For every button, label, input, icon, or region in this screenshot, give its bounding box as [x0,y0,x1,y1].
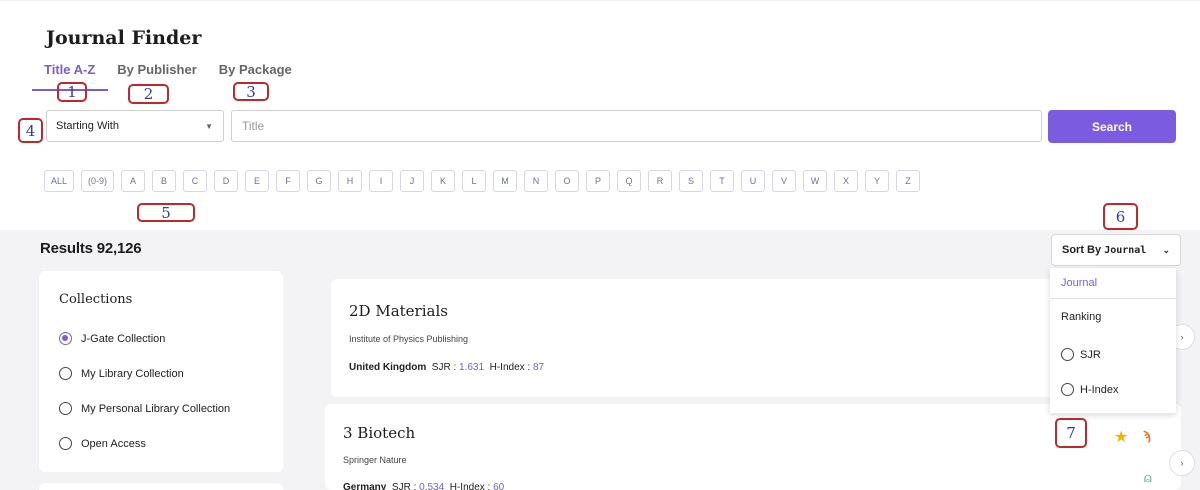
hindex-value: 60 [493,482,505,490]
letter-filter-v[interactable]: V [772,170,797,192]
sjr-value: 1.631 [459,362,485,373]
sort-option-journal[interactable]: Journal [1061,277,1097,289]
letter-filter-t[interactable]: T [710,170,735,192]
search-panel: Journal Finder Title A-Z By Publisher By… [0,0,1200,230]
journal-card[interactable]: 3 Biotech Springer Nature Germany SJR : … [325,404,1181,490]
letter-filter-y[interactable]: Y [865,170,890,192]
results-count: Results 92,126 [40,240,142,257]
letter-filter-i[interactable]: I [369,170,394,192]
callout-2: 2 [128,84,169,104]
collection-label: My Library Collection [81,367,184,380]
tab-title-a-z[interactable]: Title A-Z [44,62,95,77]
open-access-lock-icon: ⍝ [1144,470,1152,485]
sjr-label: SJR : [391,482,417,490]
letter-filter-g[interactable]: G [307,170,332,192]
radio-icon [1061,348,1074,361]
letter-filter-b[interactable]: B [152,170,177,192]
journal-publisher: Institute of Physics Publishing [349,334,469,344]
collection-option-my-library[interactable]: My Library Collection [59,367,184,380]
callout-3: 3 [233,82,269,101]
callout-7: 7 [1055,418,1087,448]
title-search-input[interactable] [231,110,1042,142]
journal-meta: Germany SJR : 0.534 H-Index : 60 [343,482,504,490]
hindex-value: 87 [532,362,545,373]
journal-country: United Kingdom [349,362,427,373]
letter-filter-d[interactable]: D [214,170,239,192]
collections-heading: Collections [59,292,133,307]
letter-filter-l[interactable]: L [462,170,487,192]
sjr-value: 0.534 [419,482,445,490]
letter-filter-x[interactable]: X [834,170,859,192]
radio-icon [1061,383,1074,396]
callout-6: 6 [1103,203,1138,230]
letter-filter-n[interactable]: N [524,170,549,192]
collection-option-open-access[interactable]: Open Access [59,437,146,450]
collection-option-my-personal-library[interactable]: My Personal Library Collection [59,402,230,415]
sort-label: Sort By Journal [1062,244,1147,256]
radio-selected-icon [59,332,72,345]
letter-filter-w[interactable]: W [803,170,828,192]
sort-menu: Journal Ranking SJR H-Index [1050,268,1176,413]
letter-filter-m[interactable]: M [493,170,518,192]
chevron-down-icon: ⌄ [1162,244,1170,255]
letter-filter-a[interactable]: A [121,170,146,192]
radio-icon [59,437,72,450]
callout-4: 4 [18,118,43,143]
sort-option-label: H-Index [1080,383,1119,396]
search-button[interactable]: Search [1048,110,1176,143]
letter-filter-e[interactable]: E [245,170,270,192]
journal-title[interactable]: 3 Biotech [343,424,415,442]
letter-filter-p[interactable]: P [586,170,611,192]
tab-bar: Title A-Z By Publisher By Package [44,62,292,77]
collection-option-j-gate[interactable]: J-Gate Collection [59,332,165,345]
menu-divider [1050,298,1176,299]
tab-by-package[interactable]: By Package [219,62,292,77]
letter-filter-f[interactable]: F [276,170,301,192]
letter-filter-k[interactable]: K [431,170,456,192]
journal-title[interactable]: 2D Materials [349,302,448,320]
letter-filter-c[interactable]: C [183,170,208,192]
search-mode-value: Starting With [56,120,119,132]
collection-label: Open Access [81,437,146,450]
tab-by-publisher[interactable]: By Publisher [117,62,196,77]
collections-panel: Collections J-Gate Collection My Library… [39,271,283,472]
chevron-down-icon: ▼ [205,121,213,131]
letter-filter-o[interactable]: O [555,170,580,192]
journal-publisher: Springer Nature [343,455,407,465]
sort-option-label: SJR [1080,348,1101,361]
sort-option-hindex[interactable]: H-Index [1061,383,1119,396]
letter-filter-0-9[interactable]: (0-9) [81,170,115,192]
journal-country: Germany [343,482,387,490]
letter-filter-all[interactable]: ALL [44,170,75,192]
sjr-label: SJR : [431,362,457,373]
hindex-label: H-Index : [449,482,491,490]
sort-dropdown[interactable]: Sort By Journal ⌄ [1051,234,1181,266]
callout-5: 5 [137,203,195,222]
journal-finder-page: Journal Finder Title A-Z By Publisher By… [0,0,1200,490]
radio-icon [59,402,72,415]
callout-1: 1 [57,82,87,102]
hindex-label: H-Index : [489,362,531,373]
journal-meta: United Kingdom SJR : 1.631 H-Index : 87 [349,362,544,373]
letter-filter-r[interactable]: R [648,170,673,192]
letter-filter-u[interactable]: U [741,170,766,192]
sort-option-ranking[interactable]: Ranking [1061,311,1101,323]
letter-filter-h[interactable]: H [338,170,363,192]
radio-icon [59,367,72,380]
filters-panel [39,483,283,490]
search-mode-select[interactable]: Starting With ▼ [46,110,224,142]
star-icon[interactable]: ★ [1114,427,1128,447]
page-title: Journal Finder [46,27,202,49]
letter-filter-z[interactable]: Z [896,170,921,192]
letter-filter-s[interactable]: S [679,170,704,192]
sort-option-sjr[interactable]: SJR [1061,348,1101,361]
rss-icon[interactable]: ϡ [1143,428,1151,443]
collection-label: J-Gate Collection [81,332,166,345]
journal-card[interactable]: 2D Materials Institute of Physics Publis… [331,279,1171,397]
chevron-right-icon[interactable]: › [1169,450,1195,476]
letter-filter-j[interactable]: J [400,170,425,192]
alphabet-filter: ALL (0-9) A B C D E F G H I J K L M N O P Q R S T U V W X Y Z [44,170,921,192]
letter-filter-q[interactable]: Q [617,170,642,192]
collection-label: My Personal Library Collection [81,402,231,415]
